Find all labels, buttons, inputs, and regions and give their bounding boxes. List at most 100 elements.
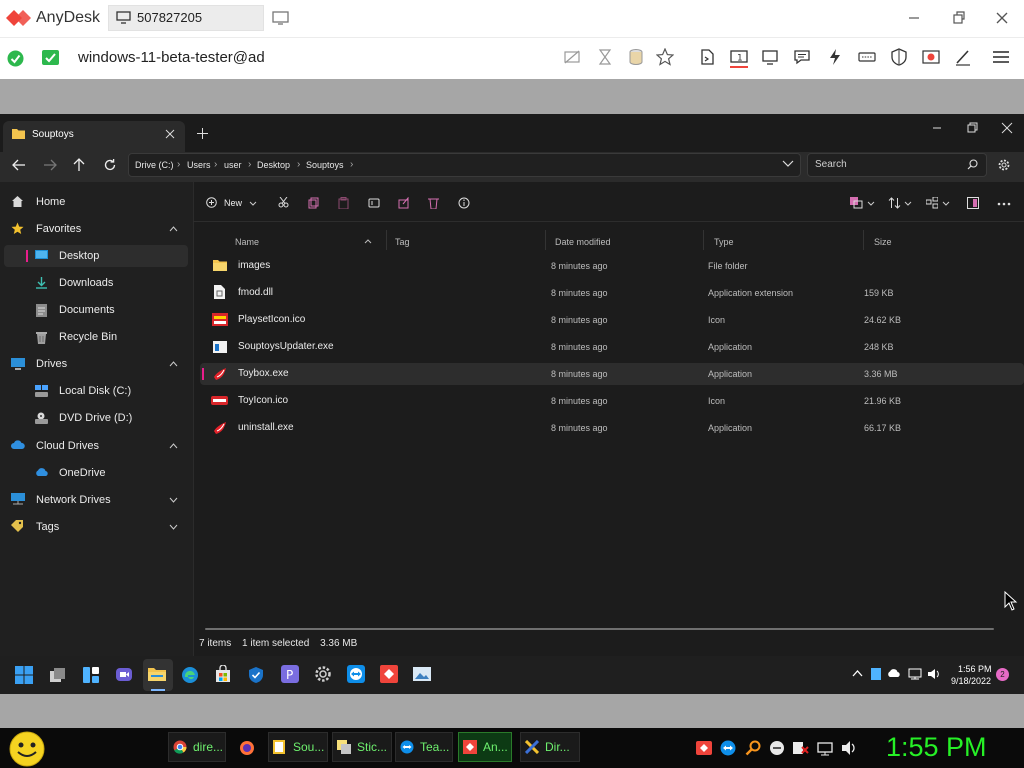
column-header-date-modified[interactable]: Date modified (555, 237, 611, 247)
column-divider[interactable] (545, 230, 546, 250)
tray-anydesk-icon[interactable] (696, 741, 712, 755)
smiley-start-icon[interactable] (8, 731, 48, 767)
tray-search-icon[interactable] (745, 740, 761, 756)
search-icon[interactable] (967, 159, 978, 170)
column-divider[interactable] (386, 230, 387, 250)
tray-time[interactable]: 1:56 PM (958, 664, 992, 674)
keyboard-icon[interactable] (858, 48, 876, 66)
column-header-type[interactable]: Type (714, 237, 734, 247)
anydesk-taskbar-icon[interactable] (380, 665, 398, 683)
column-header-name[interactable]: Name (235, 237, 259, 247)
close-icon[interactable] (994, 10, 1010, 26)
new-button[interactable]: New (224, 198, 242, 208)
tray-volume-icon[interactable] (841, 740, 857, 756)
horizontal-scrollbar[interactable] (205, 628, 994, 630)
paste-icon[interactable] (338, 197, 349, 209)
column-divider[interactable] (703, 230, 704, 250)
teams-chat-icon[interactable] (115, 666, 133, 684)
sort-icon[interactable] (888, 197, 901, 209)
forward-arrow-icon[interactable] (43, 159, 57, 171)
more-options-icon[interactable] (997, 202, 1011, 206)
properties-info-icon[interactable] (458, 197, 470, 209)
column-divider[interactable] (863, 230, 864, 250)
actions-lightning-icon[interactable] (826, 48, 844, 66)
chevron-up-icon[interactable] (169, 443, 178, 449)
refresh-icon[interactable] (103, 158, 117, 172)
settings-gear-icon[interactable] (998, 159, 1010, 171)
favorite-star-icon[interactable] (656, 48, 674, 66)
photo-app-icon[interactable] (413, 665, 431, 683)
teamviewer-icon[interactable] (347, 665, 365, 683)
record-icon[interactable] (922, 48, 940, 66)
task-view-icon[interactable] (49, 666, 67, 684)
sidebar-section-favorites[interactable]: Favorites (36, 223, 81, 235)
privacy-icon[interactable] (563, 48, 581, 66)
power-automate-icon[interactable]: P (281, 665, 299, 683)
network-tray-icon[interactable] (908, 668, 922, 680)
file-row-toybox[interactable] (200, 363, 1024, 385)
breadcrumb-drive[interactable]: Drive (C:) (135, 160, 174, 170)
layout-mode-icon[interactable] (850, 197, 863, 209)
tray-safely-remove-icon[interactable] (817, 740, 833, 756)
screen-icon[interactable] (761, 48, 779, 66)
new-session-icon[interactable] (272, 11, 290, 25)
widgets-icon[interactable] (82, 666, 100, 684)
sidebar-item-home[interactable]: Home (36, 196, 65, 208)
cut-icon[interactable] (278, 197, 289, 208)
chat-icon[interactable] (793, 48, 811, 66)
onedrive-tray-icon[interactable] (887, 669, 901, 678)
sidebar-section-cloud-drives[interactable]: Cloud Drives (36, 440, 99, 452)
file-row-images[interactable] (200, 255, 1024, 277)
breadcrumb-desktop[interactable]: Desktop (257, 160, 290, 170)
security-shield-icon[interactable] (248, 666, 264, 684)
new-tab-icon[interactable] (197, 128, 208, 139)
preview-pane-icon[interactable] (967, 197, 979, 209)
group-by-icon[interactable] (926, 197, 938, 209)
back-arrow-icon[interactable] (12, 159, 26, 171)
permissions-shield-icon[interactable] (890, 48, 908, 66)
sidebar-section-tags[interactable]: Tags (36, 521, 59, 533)
chevron-down-icon[interactable] (867, 201, 875, 206)
chevron-up-icon[interactable] (169, 361, 178, 367)
windows-start-icon[interactable] (15, 666, 33, 684)
sidebar-item-onedrive[interactable]: OneDrive (59, 467, 105, 479)
tray-overflow-chevron-icon[interactable] (852, 670, 863, 677)
chevron-up-icon[interactable] (169, 226, 178, 232)
file-transfer-icon[interactable] (698, 48, 716, 66)
permissions-check-icon[interactable] (42, 50, 59, 65)
column-header-size[interactable]: Size (874, 237, 892, 247)
share-icon[interactable] (398, 197, 410, 209)
column-header-tag[interactable]: Tag (395, 237, 410, 247)
files-minimize-icon[interactable] (931, 122, 943, 134)
sidebar-item-recycle-bin[interactable]: Recycle Bin (59, 331, 117, 343)
edge-browser-icon[interactable] (181, 666, 199, 684)
sidebar-item-desktop[interactable]: Desktop (59, 250, 99, 262)
files-tab-souptoys[interactable] (3, 121, 185, 152)
notification-badge[interactable]: 2 (996, 668, 1009, 681)
files-close-icon[interactable] (1001, 122, 1013, 134)
tray-date[interactable]: 9/18/2022 (951, 676, 991, 686)
up-arrow-icon[interactable] (73, 158, 85, 172)
tray-app-icon[interactable] (871, 668, 881, 680)
hourglass-icon[interactable] (596, 48, 614, 66)
chevron-down-icon[interactable] (169, 524, 178, 530)
sidebar-section-drives[interactable]: Drives (36, 358, 67, 370)
tray-messenger-icon[interactable] (769, 740, 785, 756)
copy-icon[interactable] (308, 197, 319, 209)
breadcrumb-user[interactable]: user (224, 160, 242, 170)
chevron-down-icon[interactable] (249, 201, 257, 206)
tray-teamviewer-icon[interactable] (720, 740, 736, 756)
file-row-fmod[interactable] (200, 282, 1024, 304)
breadcrumb-users[interactable]: Users (187, 160, 211, 170)
whiteboard-pen-icon[interactable] (954, 48, 972, 66)
file-explorer-icon[interactable] (148, 666, 166, 682)
delete-icon[interactable] (428, 197, 439, 209)
menu-icon[interactable] (992, 48, 1010, 66)
tray-network-icon[interactable] (793, 740, 809, 756)
files-maximize-icon[interactable] (966, 122, 978, 134)
volume-tray-icon[interactable] (927, 668, 941, 680)
chevron-down-icon[interactable] (904, 201, 912, 206)
chevron-down-icon[interactable] (169, 497, 178, 503)
breadcrumb-souptoys[interactable]: Souptoys (306, 160, 344, 170)
firefox-icon[interactable] (239, 740, 255, 756)
